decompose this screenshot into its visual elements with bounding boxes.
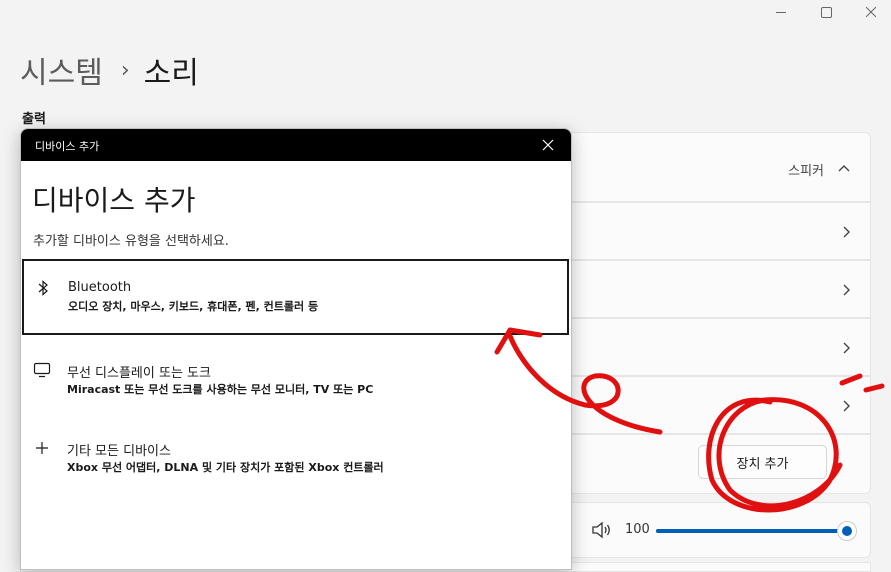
output-section-title: 출력 [22,112,46,127]
plus-icon [36,442,48,454]
breadcrumb: 시스템 › 소리 [20,48,199,92]
breadcrumb-parent[interactable]: 시스템 [20,48,103,92]
option-wireless-display[interactable]: 무선 디스플레이 또는 도크 Miracast 또는 무선 도크를 사용하는 무… [21,341,569,417]
dialog-titlebar-text: 디바이스 추가 [35,140,100,153]
dialog-subtitle: 추가할 디바이스 유형을 선택하세요. [33,234,229,249]
option-other-devices[interactable]: 기타 모든 디바이스 Xbox 무선 어댑터, DLNA 및 기타 장치가 포함… [21,419,569,495]
dialog-heading: 디바이스 추가 [32,184,196,217]
option-title: 기타 모든 디바이스 [67,444,171,459]
monitor-icon [33,362,51,378]
add-device-dialog: 디바이스 추가 디바이스 추가 추가할 디바이스 유형을 선택하세요. Blue… [20,128,572,570]
page-title: 소리 [143,56,199,91]
add-device-button[interactable]: 장치 추가 [698,445,827,479]
breadcrumb-separator: › [120,57,130,83]
option-title: Bluetooth [68,280,132,295]
volume-slider-fill [656,529,846,533]
chevron-right-icon [843,226,850,238]
close-window-button[interactable] [848,0,891,24]
dialog-titlebar: 디바이스 추가 [21,129,571,161]
volume-icon[interactable] [591,521,613,539]
close-icon[interactable] [539,136,557,154]
minimize-icon [776,11,786,13]
volume-slider-track[interactable] [656,529,846,533]
option-description: 오디오 장치, 마우스, 키보드, 휴대폰, 펜, 컨트롤러 등 [68,300,319,313]
volume-value: 100 [625,522,650,537]
maximize-icon [820,6,832,18]
option-description: Miracast 또는 무선 도크를 사용하는 무선 모니터, TV 또는 PC [67,383,374,396]
bluetooth-icon [38,280,48,296]
chevron-up-icon[interactable] [838,164,850,172]
speaker-label: 스피커 [788,164,824,179]
close-icon [866,7,876,17]
option-title: 무선 디스플레이 또는 도크 [67,366,211,381]
option-bluetooth[interactable]: Bluetooth 오디오 장치, 마우스, 키보드, 휴대폰, 펜, 컨트롤러… [22,259,569,335]
minimize-button[interactable] [758,0,804,24]
maximize-button[interactable] [803,0,849,24]
chevron-right-icon [843,400,850,412]
volume-slider-thumb[interactable] [837,521,857,541]
chevron-right-icon [843,342,850,354]
chevron-right-icon [843,284,850,296]
option-description: Xbox 무선 어댑터, DLNA 및 기타 장치가 포함된 Xbox 컨트롤러 [67,461,384,474]
